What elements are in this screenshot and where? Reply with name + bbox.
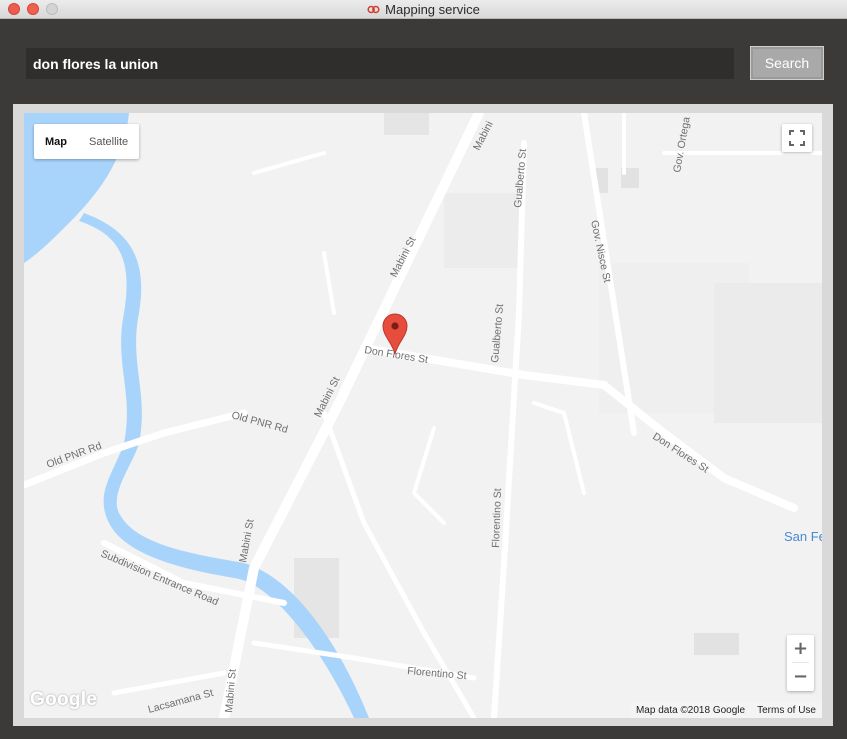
map-type-map-button[interactable]: Map [34,136,78,148]
search-input[interactable] [26,48,734,79]
window-title: Mapping service [385,1,480,17]
block-area [444,193,519,268]
map-type-satellite-button[interactable]: Satellite [78,136,139,148]
place-label: San Fe [784,529,822,544]
zoom-out-button[interactable]: − [787,663,814,690]
road-label: Florentino St [490,488,504,548]
zoom-control: + − [787,635,814,691]
search-button[interactable]: Search [750,46,824,80]
map-type-control: Map Satellite [34,124,140,159]
app-icon [367,5,380,13]
map-data-credit: Map data ©2018 Google [635,704,746,716]
zoom-in-button[interactable]: + [787,635,814,662]
fullscreen-button[interactable] [782,124,812,152]
map-canvas[interactable]: Mabini Mabini St Mabini St Mabini St Mab… [24,113,822,718]
block-area [714,283,822,423]
google-logo: Google [30,689,98,710]
building [384,113,429,135]
window-title-group: Mapping service [0,0,847,18]
map-viewport[interactable]: Mabini Mabini St Mabini St Mabini St Mab… [24,113,822,718]
terms-of-use-link[interactable]: Terms of Use [757,705,816,716]
building [694,633,739,655]
map-attribution: Map data ©2018 Google Terms of Use [629,702,822,718]
fullscreen-icon [789,130,805,146]
window-titlebar: Mapping service [0,0,847,19]
map-frame: Mabini Mabini St Mabini St Mabini St Mab… [13,104,833,726]
